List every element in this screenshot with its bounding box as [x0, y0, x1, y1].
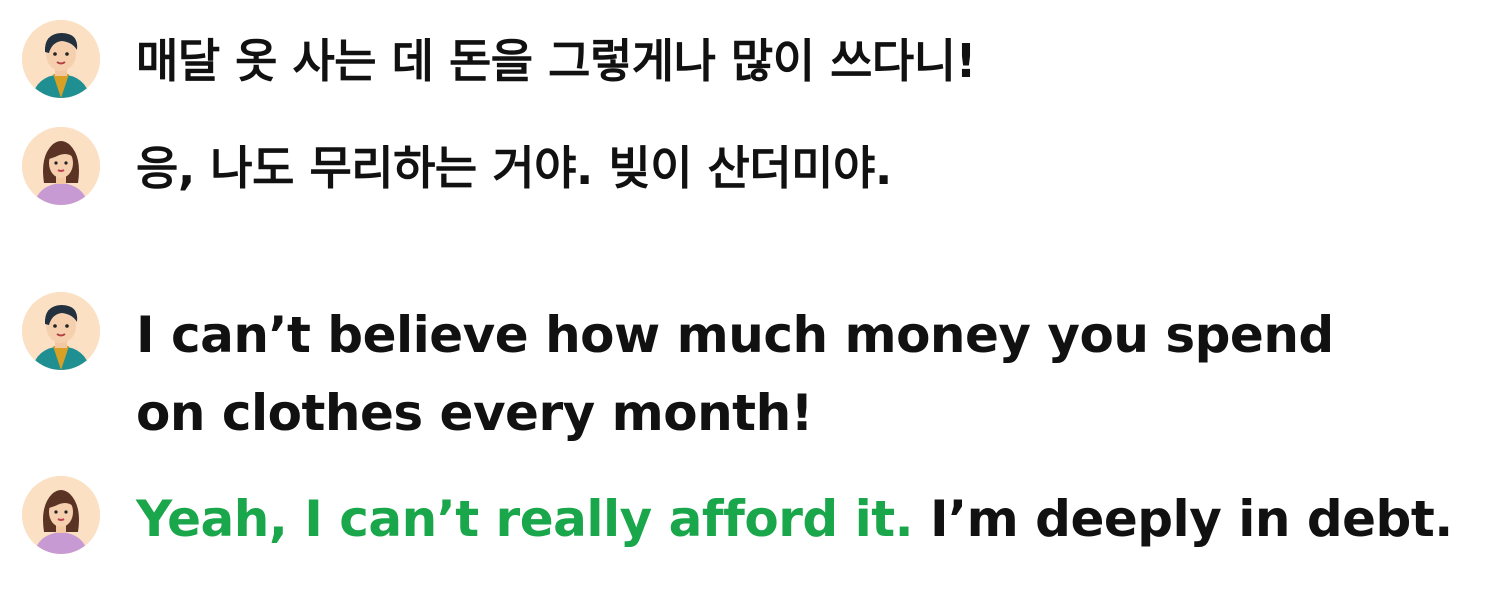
english-line-2-rest: I’m deeply in debt. [913, 490, 1453, 548]
woman-avatar-icon [22, 476, 100, 554]
english-line-1-row-1: I can’t believe how much money you spend [136, 306, 1334, 364]
english-line-1-row-2: on clothes every month! [136, 384, 813, 442]
woman-avatar-icon [22, 127, 100, 205]
man-avatar-icon [22, 292, 100, 370]
korean-line-2: 응, 나도 무리하는 거야. 빚이 산더미야. [136, 141, 892, 195]
highlighted-phrase: Yeah, I can’t really afford it. [136, 490, 914, 548]
english-line-2: Yeah, I can’t really afford it. I’m deep… [136, 480, 1453, 558]
man-avatar-icon [22, 20, 100, 98]
korean-line-1: 매달 옷 사는 데 돈을 그렇게나 많이 쓰다니! [136, 34, 977, 88]
